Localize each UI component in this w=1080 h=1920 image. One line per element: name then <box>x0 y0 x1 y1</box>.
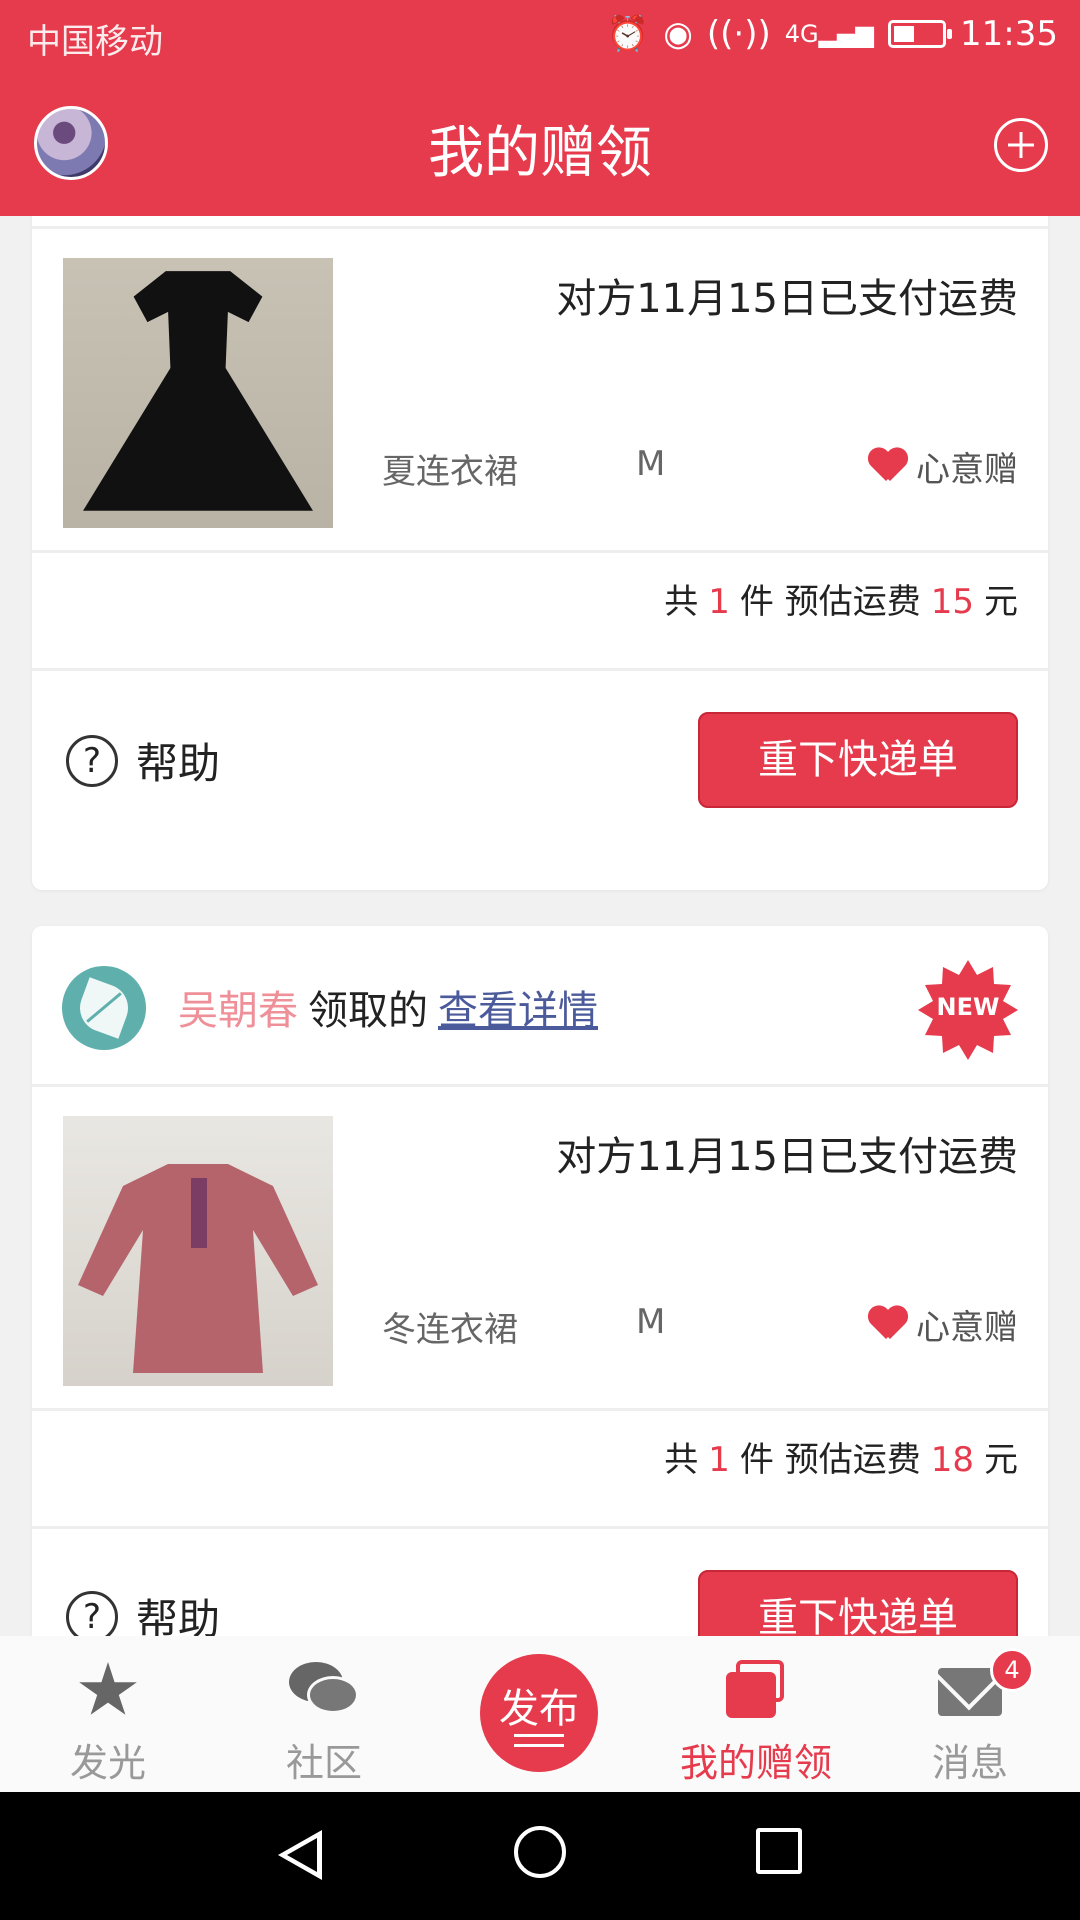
chat-icon <box>289 1662 359 1720</box>
help-icon: ? <box>66 1590 118 1636</box>
tab-messages[interactable]: 4 消息 <box>890 1636 1050 1792</box>
help-button[interactable]: ? 帮助 <box>66 1586 220 1636</box>
username[interactable]: 吴朝春 <box>178 988 298 1034</box>
eye-icon: ◉ <box>663 14 693 54</box>
cards-icon <box>726 1660 786 1720</box>
clock: 11:35 <box>960 14 1058 54</box>
wifi-icon: ((·)) <box>706 14 771 54</box>
status-icons: ⏰ ◉ ((·)) 4G▂▄▆ 11:35 <box>607 14 1058 54</box>
gift-card: 对方11月15日已支付运费 夏连衣裙 M 心意赠 共1件 预估运费 15 元 ? 帮… <box>32 216 1048 890</box>
view-details-link[interactable]: 查看详情 <box>438 988 598 1034</box>
divider <box>32 1526 1048 1529</box>
system-nav-bar <box>0 1792 1080 1920</box>
divider <box>32 1084 1048 1087</box>
alarm-icon: ⏰ <box>606 14 650 54</box>
tab-my-gifts[interactable]: 我的赠领 <box>676 1636 836 1792</box>
unread-badge: 4 <box>990 1648 1034 1692</box>
back-icon[interactable] <box>278 1830 322 1880</box>
add-button[interactable] <box>994 118 1048 172</box>
bottom-tab-bar: 发光 社区 发布 我的赠领 4 消息 <box>0 1636 1080 1792</box>
order-summary: 共1件 预估运费 15 元 <box>664 582 1018 622</box>
divider <box>32 226 1048 229</box>
home-icon[interactable] <box>514 1826 566 1878</box>
signal-icon: 4G▂▄▆ <box>784 20 875 48</box>
gift-card: 吴朝春 领取的 查看详情 NEW 对方11月15日已支付运费 冬连衣裙 M 心意赠 … <box>32 926 1048 1636</box>
gift-list[interactable]: 对方11月15日已支付运费 夏连衣裙 M 心意赠 共1件 预估运费 15 元 ? 帮… <box>0 216 1080 1636</box>
order-summary: 共1件 预估运费 18 元 <box>664 1440 1018 1480</box>
recent-apps-icon[interactable] <box>756 1828 802 1874</box>
item-photo[interactable] <box>63 258 333 528</box>
reorder-express-button[interactable]: 重下快递单 <box>698 1570 1018 1636</box>
gift-type: 心意赠 <box>868 442 1018 491</box>
tab-community[interactable]: 社区 <box>244 1636 404 1792</box>
carrier-name: 中国移动 <box>27 22 163 62</box>
new-badge: NEW <box>918 960 1018 1060</box>
reorder-express-button[interactable]: 重下快递单 <box>698 712 1018 808</box>
publish-button[interactable]: 发布 <box>480 1654 598 1772</box>
divider <box>32 1408 1048 1411</box>
payment-status: 对方11月15日已支付运费 <box>556 276 1018 322</box>
gift-type: 心意赠 <box>868 1300 1018 1349</box>
giver-avatar[interactable] <box>62 966 146 1050</box>
tab-glow[interactable]: 发光 <box>28 1636 188 1792</box>
divider <box>32 668 1048 671</box>
star-icon <box>79 1662 137 1715</box>
help-button[interactable]: ? 帮助 <box>66 730 220 791</box>
battery-icon <box>888 20 953 48</box>
payment-status: 对方11月15日已支付运费 <box>556 1134 1018 1180</box>
divider <box>32 550 1048 553</box>
item-size: M <box>636 1302 666 1342</box>
page-title: 我的赠领 <box>428 121 652 186</box>
publish-icon <box>514 1734 564 1737</box>
app-bar: 我的赠领 <box>0 76 1080 216</box>
card-header: 吴朝春 领取的 查看详情 <box>178 988 598 1034</box>
item-photo[interactable] <box>63 1116 333 1386</box>
item-name: 冬连衣裙 <box>382 1310 518 1350</box>
item-size: M <box>636 444 666 484</box>
status-bar: 中国移动 ⏰ ◉ ((·)) 4G▂▄▆ 11:35 <box>0 0 1080 76</box>
heart-icon <box>868 1307 908 1343</box>
item-name: 夏连衣裙 <box>382 452 518 492</box>
help-icon: ? <box>66 734 118 787</box>
heart-icon <box>868 449 908 485</box>
